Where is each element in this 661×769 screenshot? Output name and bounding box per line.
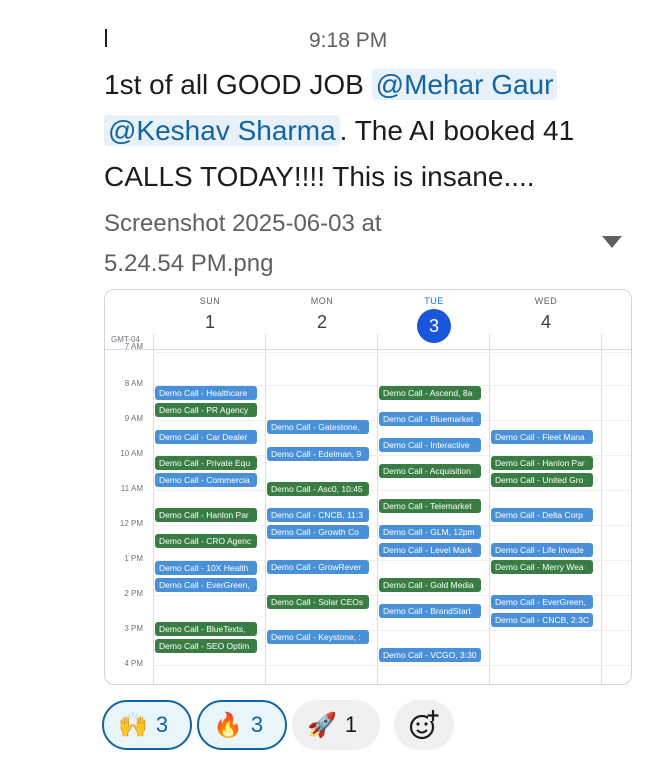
message-part-1: 1st of all GOOD JOB bbox=[104, 69, 372, 100]
time-label: 9 AM bbox=[124, 414, 143, 423]
day-of-week: MON bbox=[310, 296, 334, 306]
time-label: 1 PM bbox=[124, 554, 143, 563]
calendar-event-sun[interactable]: Demo Call - PR Agency bbox=[155, 403, 257, 417]
time-label: 4 PM bbox=[124, 659, 143, 668]
calendar-event-sun[interactable]: Demo Call - 10X Health bbox=[155, 561, 257, 575]
calendar-event-sun[interactable]: Demo Call - BlueTexts, bbox=[155, 622, 257, 636]
calendar-event-wed[interactable]: Demo Call - Life Invade bbox=[491, 543, 593, 557]
grid-line bbox=[153, 334, 154, 684]
calendar-event-mon[interactable]: Demo Call - Asc0, 10:45 bbox=[267, 482, 369, 496]
calendar-event-wed[interactable]: Demo Call - United Gro bbox=[491, 473, 593, 487]
calendar-event-tue[interactable]: Demo Call - BrandStart bbox=[379, 604, 481, 618]
mention-mehar-gaur[interactable]: @Mehar Gaur bbox=[371, 69, 558, 100]
day-number: 1 bbox=[204, 312, 215, 332]
calendar-event-mon[interactable]: Demo Call - Growth Co bbox=[267, 525, 369, 539]
calendar-screenshot: SUN 1 MON 2 TUE 3 WED 4 GMT-04 7 AM 8 AM 9… bbox=[105, 290, 631, 684]
calendar-event-sun[interactable]: Demo Call - Hanlon Par bbox=[155, 508, 257, 522]
hour-line bbox=[153, 352, 631, 353]
raised-hands-icon: 🙌 bbox=[118, 711, 148, 739]
reaction-rocket[interactable]: 🚀 1 bbox=[292, 700, 380, 750]
grid-line bbox=[265, 334, 266, 684]
calendar-event-tue[interactable]: Demo Call - GLM, 12pm bbox=[379, 525, 481, 539]
day-header-tue: TUE 3 bbox=[378, 290, 490, 348]
time-label: 2 PM bbox=[124, 589, 143, 598]
calendar-event-sun[interactable]: Demo Call - Private Equ bbox=[155, 456, 257, 470]
grid-line bbox=[601, 334, 602, 684]
attachment-collapse-caret-icon[interactable] bbox=[602, 236, 622, 248]
day-header-wed: WED 4 bbox=[490, 290, 602, 348]
text-cursor bbox=[105, 29, 107, 47]
day-of-week: TUE bbox=[424, 296, 444, 306]
calendar-event-tue[interactable]: Demo Call - Level Mark bbox=[379, 543, 481, 557]
time-label: 11 AM bbox=[120, 484, 143, 493]
time-label: 3 PM bbox=[124, 624, 143, 633]
message-text: 1st of all GOOD JOB @Mehar Gaur @Keshav S… bbox=[104, 62, 624, 200]
attachment-filename[interactable]: Screenshot 2025-06-03 at 5.24.54 PM.png bbox=[104, 204, 464, 284]
calendar-event-mon[interactable]: Demo Call - Gatestone, bbox=[267, 420, 369, 434]
day-of-week: WED bbox=[534, 296, 558, 306]
calendar-event-tue[interactable]: Demo Call - Bluemarket bbox=[379, 412, 481, 426]
calendar-event-mon[interactable]: Demo Call - CNCB, 11:3 bbox=[267, 508, 369, 522]
calendar-event-tue[interactable]: Demo Call - Gold Media bbox=[379, 578, 481, 592]
attachment-image[interactable]: SUN 1 MON 2 TUE 3 WED 4 GMT-04 7 AM 8 AM 9… bbox=[104, 289, 632, 685]
calendar-event-sun[interactable]: Demo Call - Healthcare bbox=[155, 386, 257, 400]
reaction-raised-hands[interactable]: 🙌 3 bbox=[102, 700, 192, 750]
reaction-count: 3 bbox=[250, 712, 264, 737]
calendar-event-sun[interactable]: Demo Call - Commercia bbox=[155, 473, 257, 487]
calendar-event-wed[interactable]: Demo Call - EverGreen, bbox=[491, 595, 593, 609]
calendar-event-mon[interactable]: Demo Call - GrowRever bbox=[267, 560, 369, 574]
hour-line bbox=[153, 490, 631, 491]
grid-line bbox=[489, 334, 490, 684]
reaction-count: 1 bbox=[344, 712, 358, 737]
calendar-event-wed[interactable]: Demo Call - Fleet Mana bbox=[491, 430, 593, 444]
calendar-event-sun[interactable]: Demo Call - CRO Agenc bbox=[155, 534, 257, 548]
calendar-event-tue[interactable]: Demo Call - VCGO, 3:30 bbox=[379, 648, 481, 662]
hour-line bbox=[153, 665, 631, 666]
header-divider bbox=[105, 349, 631, 350]
calendar-event-mon[interactable]: Demo Call - Edelman, 9 bbox=[267, 447, 369, 461]
rocket-icon: 🚀 bbox=[307, 711, 337, 739]
time-label: 10 AM bbox=[120, 449, 143, 458]
time-label: 7 AM bbox=[124, 342, 143, 351]
calendar-event-tue[interactable]: Demo Call - Interactive bbox=[379, 438, 481, 452]
calendar-event-sun[interactable]: Demo Call - SEO Optim bbox=[155, 639, 257, 653]
reaction-count: 3 bbox=[155, 712, 169, 737]
calendar-event-wed[interactable]: Demo Call - Hanlon Par bbox=[491, 456, 593, 470]
calendar-event-tue[interactable]: Demo Call - Telemarket bbox=[379, 499, 481, 513]
day-header-mon: MON 2 bbox=[266, 290, 378, 348]
time-label: 8 AM bbox=[124, 379, 143, 388]
calendar-event-tue[interactable]: Demo Call - Ascend, 8a bbox=[379, 386, 481, 400]
today-day-number: 3 bbox=[417, 309, 451, 343]
message-timestamp[interactable]: 9:18 PM bbox=[309, 29, 387, 53]
day-number: 4 bbox=[540, 312, 551, 332]
calendar-event-tue[interactable]: Demo Call - Acquisition bbox=[379, 464, 481, 478]
day-of-week: SUN bbox=[199, 296, 221, 306]
calendar-event-wed[interactable]: Demo Call - Delta Corp bbox=[491, 508, 593, 522]
mention-keshav-sharma[interactable]: @Keshav Sharma bbox=[104, 115, 340, 146]
calendar-event-mon[interactable]: Demo Call - Keystone, : bbox=[267, 630, 369, 644]
calendar-event-wed[interactable]: Demo Call - CNCB, 2:3C bbox=[491, 613, 593, 627]
grid-line bbox=[377, 334, 378, 684]
calendar-event-wed[interactable]: Demo Call - Merry Wea bbox=[491, 560, 593, 574]
calendar-event-mon[interactable]: Demo Call - Solar CEOs bbox=[267, 595, 369, 609]
fire-icon: 🔥 bbox=[213, 711, 243, 739]
time-label: 12 PM bbox=[119, 519, 143, 528]
reaction-fire[interactable]: 🔥 3 bbox=[197, 700, 287, 750]
calendar-event-sun[interactable]: Demo Call - Car Dealer bbox=[155, 430, 257, 444]
day-number: 2 bbox=[316, 312, 327, 332]
day-header-sun: SUN 1 bbox=[154, 290, 266, 348]
add-reaction-button[interactable] bbox=[394, 700, 454, 750]
calendar-event-sun[interactable]: Demo Call - EverGreen, bbox=[155, 578, 257, 592]
add-reaction-icon bbox=[409, 710, 439, 740]
